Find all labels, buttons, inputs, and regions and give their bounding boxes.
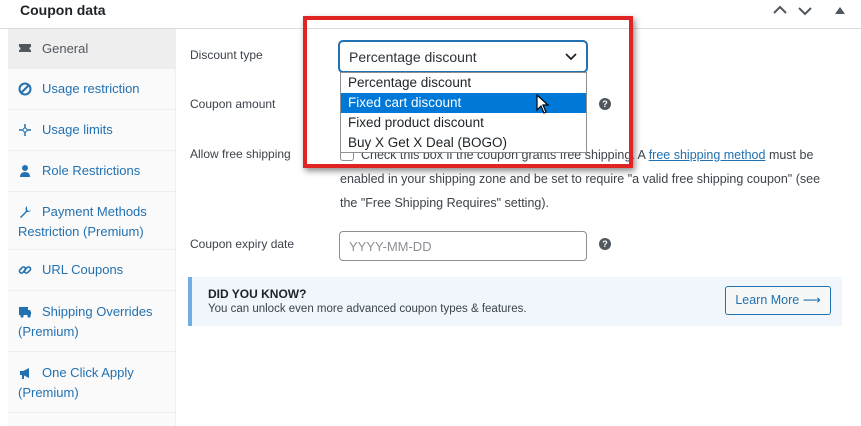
tab-url-coupons[interactable]: URL Coupons [8, 250, 176, 291]
tab-role-restrictions[interactable]: Role Restrictions [8, 151, 176, 192]
did-you-know-notice: DID YOU KNOW? You can unlock even more a… [188, 277, 842, 326]
option-percentage-discount[interactable]: Percentage discount [341, 73, 586, 93]
tab-label: Shipping Overrides (Premium) [18, 304, 153, 339]
help-icon[interactable]: ? [599, 98, 611, 110]
free-shipping-label: Allow free shipping [190, 147, 291, 161]
truck-icon [18, 305, 32, 319]
help-icon[interactable]: ? [599, 238, 611, 250]
discount-type-select[interactable]: Percentage discount [339, 41, 587, 72]
user-icon [18, 164, 32, 178]
tab-one-click-apply[interactable]: One Click Apply (Premium) [8, 352, 176, 413]
tab-label: One Click Apply (Premium) [18, 365, 134, 400]
chevron-down-icon[interactable] [794, 0, 816, 22]
tab-shipping-overrides[interactable]: Shipping Overrides (Premium) [8, 291, 176, 352]
expiry-date-input[interactable]: YYYY-MM-DD [339, 231, 587, 261]
toggle-panel-icon[interactable] [829, 0, 851, 22]
expiry-placeholder: YYYY-MM-DD [349, 239, 432, 254]
learn-more-button[interactable]: Learn More ⟶ [725, 286, 831, 315]
free-shipping-method-link[interactable]: free shipping method [649, 148, 766, 162]
ticket-icon [18, 41, 32, 55]
chevron-up-icon[interactable] [769, 0, 791, 22]
chevron-down-icon [564, 49, 578, 66]
discount-type-value: Percentage discount [349, 49, 477, 65]
coupon-tabs: General Usage restriction Usage limits R… [8, 29, 176, 426]
tab-usage-restriction[interactable]: Usage restriction [8, 69, 176, 110]
tab-label: Usage restriction [42, 81, 140, 96]
tab-general[interactable]: General [8, 29, 176, 69]
wrench-icon [18, 205, 32, 219]
mouse-cursor-icon [536, 93, 550, 119]
coupon-amount-label: Coupon amount [190, 97, 276, 111]
tab-usage-limits[interactable]: Usage limits [8, 110, 176, 151]
tab-label: Usage limits [42, 122, 113, 137]
tab-label: Payment Methods Restriction (Premium) [18, 204, 147, 239]
discount-type-label: Discount type [190, 48, 263, 62]
tab-payment-methods-restriction[interactable]: Payment Methods Restriction (Premium) [8, 192, 176, 250]
notice-text: You can unlock even more advanced coupon… [208, 303, 527, 315]
expiry-date-label: Coupon expiry date [190, 237, 295, 251]
tab-label: General [42, 41, 89, 56]
block-icon [18, 82, 32, 96]
megaphone-icon [18, 366, 32, 380]
panel-header: Coupon data [0, 0, 861, 29]
crosshair-icon [18, 123, 32, 137]
tab-label: Role Restrictions [42, 163, 141, 178]
option-bogo-deal[interactable]: Buy X Get X Deal (BOGO) [341, 133, 586, 153]
link-icon [18, 263, 32, 277]
tab-label: URL Coupons [42, 262, 124, 277]
notice-title: DID YOU KNOW? [208, 287, 307, 301]
panel-title: Coupon data [20, 2, 106, 18]
free-shipping-description: Check this box if the coupon grants free… [340, 143, 840, 215]
